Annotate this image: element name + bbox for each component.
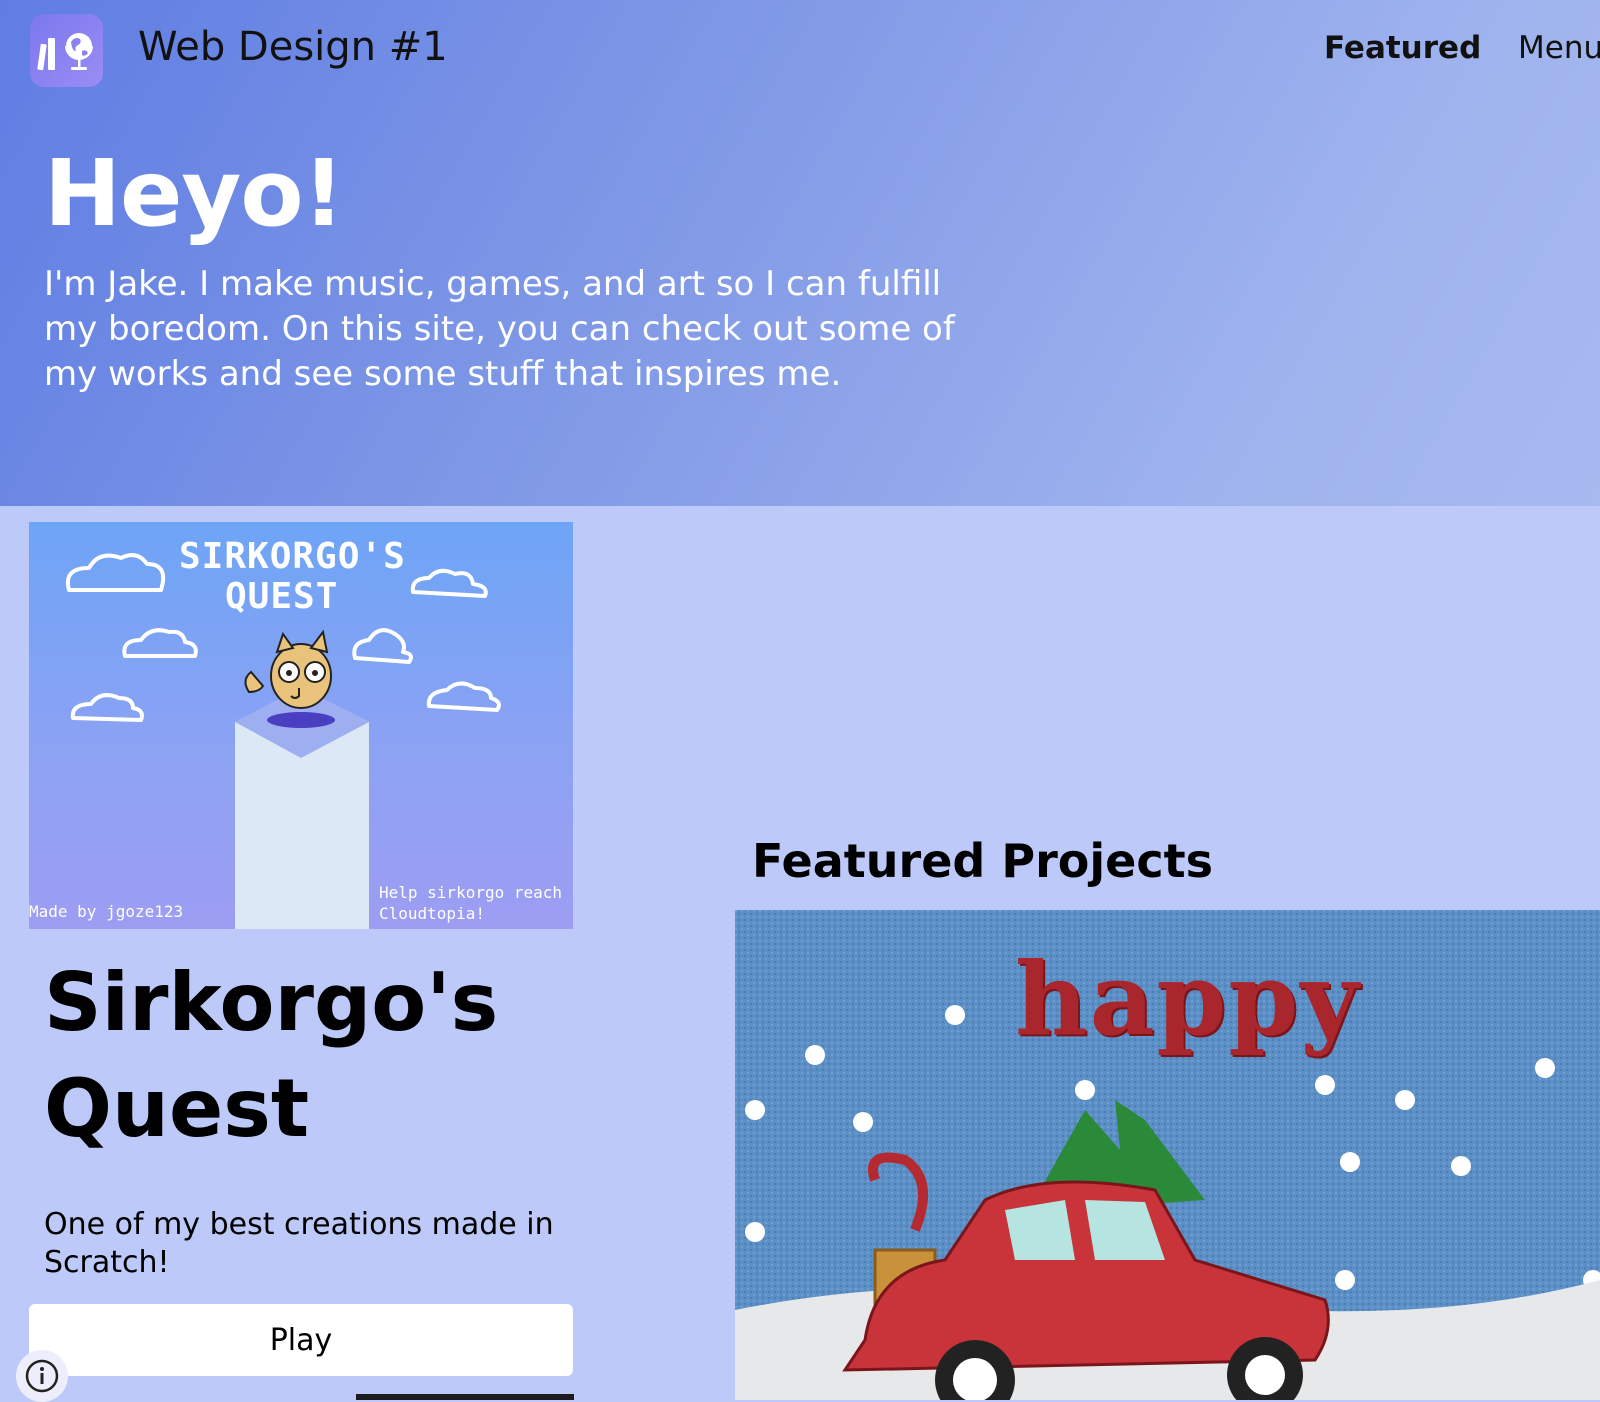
hero-intro-text: I'm Jake. I make music, games, and art s… — [44, 264, 955, 394]
featured-project-image[interactable]: happy — [735, 910, 1600, 1400]
featured-heading: Featured Projects — [752, 834, 1213, 888]
nav-menu-link[interactable]: Menu — [1518, 30, 1600, 66]
cover-help-text: Help sirkorgo reach Cloudtopia! — [379, 883, 563, 923]
cover-credit: Made by jgoze123 — [29, 902, 184, 921]
project-cover-image: SIRKORGO'S QUEST Made by jgoze123 Help s… — [29, 522, 573, 929]
featured-card-word: happy — [1015, 940, 1361, 1058]
info-icon — [25, 1359, 59, 1393]
project-description: One of my best creations made in Scratch… — [44, 1207, 554, 1280]
site-logo[interactable] — [30, 14, 103, 87]
books-globe-icon — [37, 33, 93, 71]
project-title: Sirkorgo's Quest — [44, 956, 499, 1155]
next-card-preview — [356, 1394, 574, 1400]
hero-section: Web Design #1 Featured Menu Heyo! I'm Ja… — [0, 0, 1600, 506]
nav-featured-link[interactable]: Featured — [1324, 30, 1481, 66]
cover-title-line-1: SIRKORGO'S — [179, 536, 406, 577]
hero-heading: Heyo! — [44, 140, 345, 247]
play-button[interactable]: Play — [29, 1304, 573, 1376]
info-button[interactable] — [16, 1350, 68, 1402]
site-title[interactable]: Web Design #1 — [138, 24, 448, 70]
cover-title-line-2: QUEST — [225, 576, 339, 617]
